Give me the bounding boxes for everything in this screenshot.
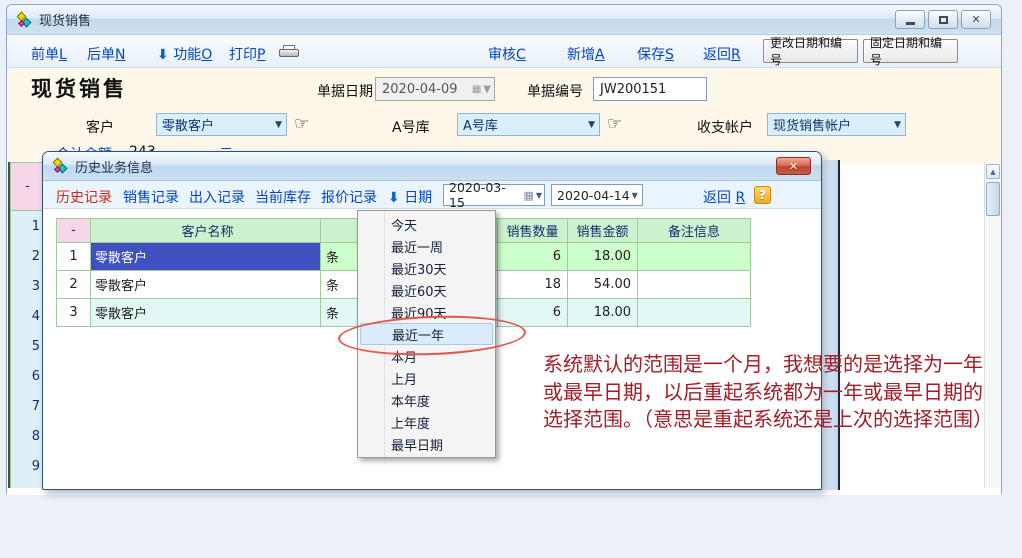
menu-item-last-week[interactable]: 最近一周 xyxy=(360,235,493,257)
page-title: 现货销售 xyxy=(31,73,127,103)
functions-link[interactable]: ⬇ 功能O xyxy=(157,44,212,64)
audit-link[interactable]: 审核C xyxy=(488,44,526,64)
menu-item-today[interactable]: 今天 xyxy=(360,213,493,235)
print-link[interactable]: 打印P xyxy=(229,44,265,64)
main-grid-row-number: 3 xyxy=(10,271,45,302)
tab-sales[interactable]: 销售记录 xyxy=(123,187,179,207)
fix-date-number-button[interactable]: 固定日期和编号 xyxy=(863,39,958,63)
main-grid-row-number: 5 xyxy=(10,331,45,362)
main-toolbar: 前单L 后单N ⬇ 功能O 打印P 审核C 新增A 保存S 返回R 更改日期和编… xyxy=(7,35,1001,68)
printer-icon[interactable] xyxy=(279,45,299,60)
dialog-close-button[interactable]: ✕ xyxy=(776,157,811,175)
close-button[interactable]: ✕ xyxy=(961,10,991,29)
main-grid-row-number: 8 xyxy=(10,421,45,452)
combo-arrow-icon: ▼ xyxy=(894,120,905,130)
date-from-picker[interactable]: 2020-03-15 ▦ ▼ xyxy=(443,184,545,206)
dialog-title: 历史业务信息 xyxy=(75,157,153,176)
header-amount: 销售金额 xyxy=(568,218,638,243)
customer-picker-hand-icon[interactable]: ☞ xyxy=(294,114,309,134)
main-grid-row-partial xyxy=(10,481,45,488)
dialog-icon xyxy=(53,158,69,174)
maximize-icon xyxy=(939,16,948,24)
header-customer: 客户名称 xyxy=(91,218,321,243)
customer-label: 客户 xyxy=(86,117,114,137)
customer-combobox[interactable]: 零散客户▼ xyxy=(156,113,287,136)
next-doc-link[interactable]: 后单N xyxy=(87,44,125,64)
combo-arrow-icon: ▼ xyxy=(275,120,286,130)
main-grid-row-numbers: - 1 2 3 4 5 6 7 8 9 xyxy=(8,162,45,488)
dialog-titlebar: 历史业务信息 ✕ xyxy=(43,152,821,181)
down-arrow-icon: ⬇ xyxy=(157,47,169,63)
header-qty: 销售数量 xyxy=(498,218,568,243)
change-date-number-button[interactable]: 更改日期和编号 xyxy=(763,39,858,63)
minimize-button[interactable] xyxy=(895,10,925,29)
doc-no-label: 单据编号 xyxy=(527,81,583,101)
dialog-toolbar: 历史记录 销售记录 出入记录 当前库存 报价记录 ⬇ 日期 2020-03-15… xyxy=(43,181,821,209)
menu-item-last-month[interactable]: 上月 xyxy=(360,367,493,389)
main-grid-row-number: 9 xyxy=(10,451,45,482)
add-link[interactable]: 新增A xyxy=(567,44,605,64)
main-titlebar: 现货销售 ✕ xyxy=(7,5,1001,35)
account-combobox[interactable]: 现货销售帐户▼ xyxy=(767,113,906,136)
main-grid-corner-cell: - xyxy=(10,162,45,211)
app-icon xyxy=(17,12,33,28)
main-grid-right-border xyxy=(838,160,840,490)
tab-history[interactable]: 历史记录 xyxy=(56,187,112,207)
header-note: 备注信息 xyxy=(638,218,751,243)
help-icon: ? xyxy=(759,188,766,202)
warehouse-label: A号库 xyxy=(392,117,430,137)
doc-date-field[interactable]: 2020-04-09 ▦▼ xyxy=(375,77,495,101)
doc-date-label: 单据日期 xyxy=(317,81,373,101)
main-grid-row-number: 1 xyxy=(10,211,45,242)
calendar-icon: ▦ xyxy=(523,189,533,202)
help-button[interactable]: ? xyxy=(754,186,771,204)
prev-doc-link[interactable]: 前单L xyxy=(31,44,67,64)
dropdown-arrow-icon: ▼ xyxy=(483,84,491,95)
warehouse-picker-hand-icon[interactable]: ☞ xyxy=(607,114,622,134)
dropdown-arrow-icon: ▼ xyxy=(536,191,542,200)
dropdown-arrow-icon: ▼ xyxy=(632,191,638,200)
warehouse-combobox[interactable]: A号库▼ xyxy=(457,113,600,136)
date-to-picker[interactable]: 2020-04-14 ▼ xyxy=(551,184,643,206)
main-grid-row-number: 6 xyxy=(10,361,45,392)
main-grid-row-number: 7 xyxy=(10,391,45,422)
combo-arrow-icon: ▼ xyxy=(588,120,599,130)
dialog-return-link[interactable]: 返回 R xyxy=(703,187,745,207)
vertical-scrollbar[interactable]: ▲ xyxy=(984,162,1001,488)
doc-no-input[interactable]: JW200151 xyxy=(593,77,707,101)
scrollbar-thumb[interactable] xyxy=(986,182,1000,216)
menu-item-this-year[interactable]: 本年度 xyxy=(360,389,493,411)
menu-item-prev-year[interactable]: 上年度 xyxy=(360,411,493,433)
account-label: 收支帐户 xyxy=(697,117,753,137)
menu-item-earliest[interactable]: 最早日期 xyxy=(360,433,493,455)
close-icon: ✕ xyxy=(789,160,798,173)
calendar-icon: ▦ xyxy=(472,84,481,95)
down-arrow-icon: ⬇ xyxy=(388,190,400,206)
save-link[interactable]: 保存S xyxy=(637,44,674,64)
main-grid-row-number: 4 xyxy=(10,301,45,332)
tab-stock[interactable]: 当前库存 xyxy=(255,187,311,207)
date-menu-trigger[interactable]: ⬇ 日期 xyxy=(388,187,432,207)
panel-edge xyxy=(822,160,838,490)
annotation-text: 系统默认的范围是一个月，我想要的是选择为一年或最早日期，以后重起系统都为一年或最… xyxy=(543,351,999,434)
close-icon: ✕ xyxy=(971,14,980,25)
tab-inout[interactable]: 出入记录 xyxy=(189,187,245,207)
return-link[interactable]: 返回R xyxy=(703,44,741,64)
scroll-up-icon[interactable]: ▲ xyxy=(986,164,1000,179)
menu-item-last-60[interactable]: 最近60天 xyxy=(360,279,493,301)
maximize-button[interactable] xyxy=(928,10,958,29)
minimize-icon xyxy=(906,22,915,25)
menu-item-last-30[interactable]: 最近30天 xyxy=(360,257,493,279)
selected-cell[interactable]: 零散客户 xyxy=(91,243,321,271)
header-index: - xyxy=(56,218,91,243)
main-grid-row-number: 2 xyxy=(10,241,45,272)
tab-quote[interactable]: 报价记录 xyxy=(321,187,377,207)
window-title: 现货销售 xyxy=(39,10,91,29)
